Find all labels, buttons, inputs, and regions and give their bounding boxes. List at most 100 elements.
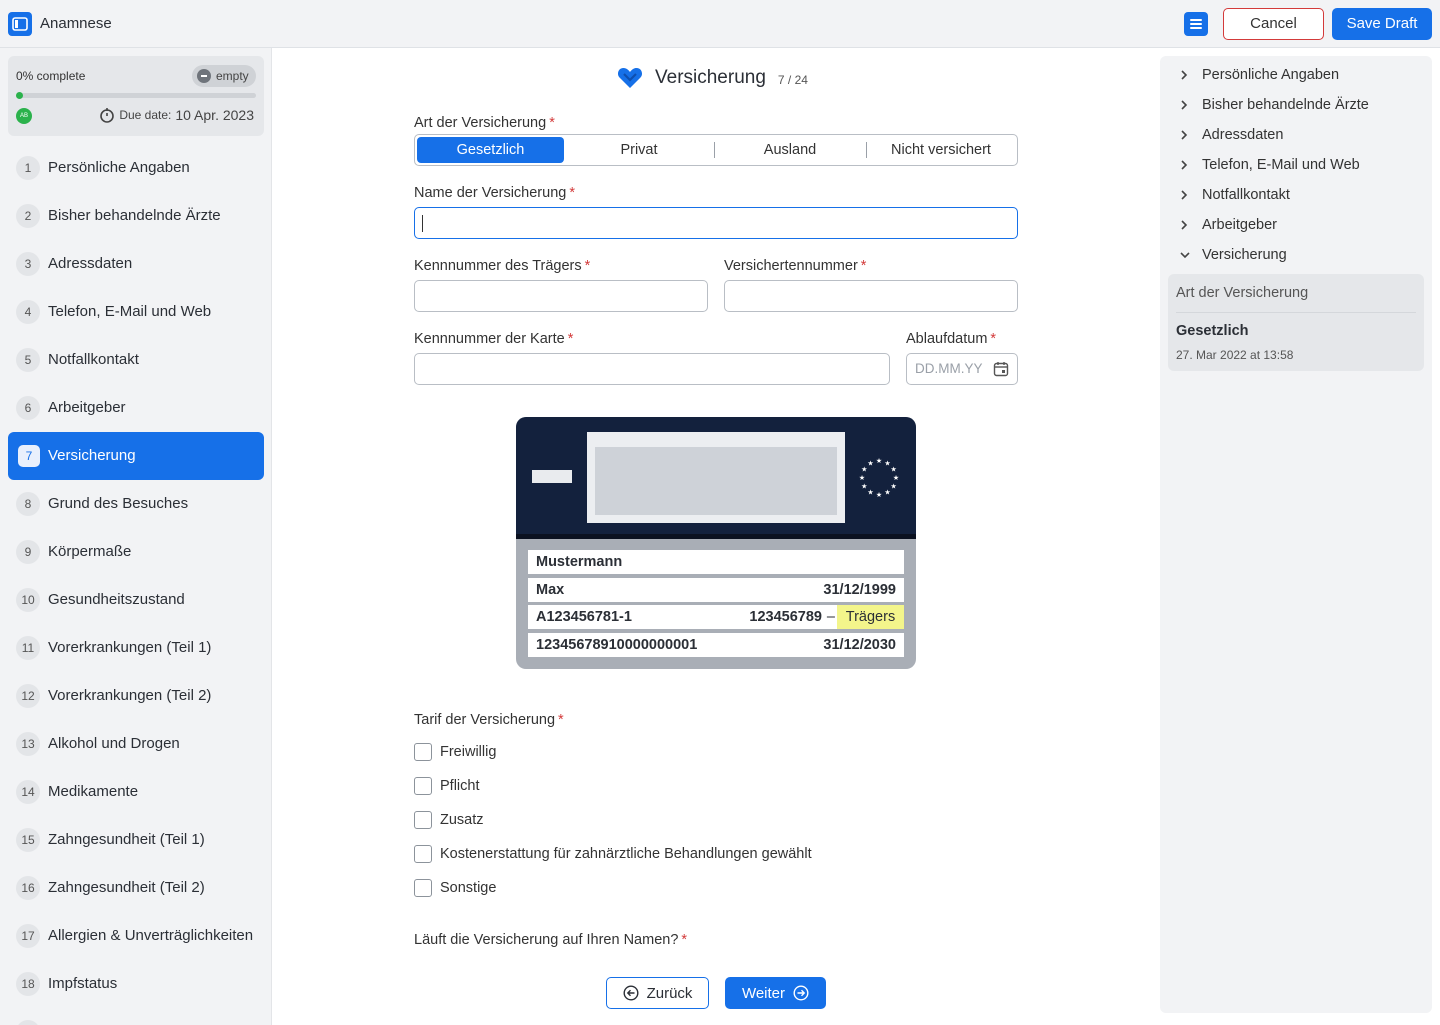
outline-item-versicherung[interactable]: Versicherung: [1180, 247, 1287, 263]
sidebar-item-number: 11: [16, 636, 40, 660]
checkbox-box[interactable]: [414, 777, 432, 795]
required-mark: *: [990, 331, 997, 347]
card-number-input[interactable]: [414, 353, 890, 385]
sidebar-item-label: Vorerkrankungen (Teil 2): [48, 687, 212, 704]
checkbox-zusatz[interactable]: Zusatz: [414, 811, 484, 829]
sidebar: 0% complete empty AB Due date: 10 Apr. 2…: [0, 48, 272, 1025]
outline-item-arbeitgeber[interactable]: Arbeitgeber: [1180, 217, 1277, 233]
sidebar-item-vorerkrankungen-1[interactable]: 11 Vorerkrankungen (Teil 1): [8, 624, 264, 672]
answer-detail-card[interactable]: Art der Versicherung Gesetzlich 27. Mar …: [1168, 274, 1424, 371]
heart-icon: [617, 68, 643, 88]
sidebar-item-arbeitgeber[interactable]: 6 Arbeitgeber: [8, 384, 264, 432]
sidebar-item-number: 9: [16, 540, 40, 564]
due-date-value: 10 Apr. 2023: [175, 107, 254, 123]
arrow-right-circle-icon: [793, 985, 809, 1001]
field-label-text: Kennnummer der Karte: [414, 331, 565, 347]
outline-item-label: Arbeitgeber: [1202, 217, 1277, 233]
sidebar-item-label: Zahngesundheit (Teil 2): [48, 879, 205, 896]
outline-item-label: Notfallkontakt: [1202, 187, 1290, 203]
sidebar-item-gesundheitszustand[interactable]: 10 Gesundheitszustand: [8, 576, 264, 624]
sidebar-item-adressdaten[interactable]: 3 Adressdaten: [8, 240, 264, 288]
outline-item-persoenliche-angaben[interactable]: Persönliche Angaben: [1180, 67, 1339, 83]
sidebar-item-allergien[interactable]: 17 Allergien & Unverträglichkeiten: [8, 912, 264, 960]
page-title: Versicherung: [655, 67, 766, 88]
sidebar-item-label: Zahngesundheit (Teil 1): [48, 831, 205, 848]
segment-ausland[interactable]: Ausland: [715, 137, 865, 163]
sidebar-item-alkohol-und-drogen[interactable]: 13 Alkohol und Drogen: [8, 720, 264, 768]
svg-text:★: ★: [891, 483, 897, 491]
insurance-card-illustration: ★ ★ ★ ★ ★ ★ ★ ★ ★ ★ ★ ★ Mustermann Max 31/12/1999…: [516, 417, 916, 669]
sidebar-item-next[interactable]: [8, 1008, 264, 1025]
sidebar-toggle-icon[interactable]: [8, 12, 32, 36]
sidebar-item-impfstatus[interactable]: 18 Impfstatus: [8, 960, 264, 1008]
sidebar-item-vorerkrankungen-2[interactable]: 12 Vorerkrankungen (Teil 2): [8, 672, 264, 720]
cancel-button[interactable]: Cancel: [1223, 8, 1324, 40]
sidebar-item-zahngesundheit-2[interactable]: 16 Zahngesundheit (Teil 2): [8, 864, 264, 912]
checkbox-box[interactable]: [414, 743, 432, 761]
outline-item-adressdaten[interactable]: Adressdaten: [1180, 127, 1283, 143]
carrier-number-input[interactable]: [414, 280, 708, 312]
next-button[interactable]: Weiter: [725, 977, 826, 1009]
outline-item-bisher-behandelnde-aerzte[interactable]: Bisher behandelnde Ärzte: [1180, 97, 1369, 113]
svg-text:★: ★: [884, 489, 890, 497]
sidebar-item-label: Impfstatus: [48, 975, 118, 992]
segment-nicht-versichert[interactable]: Nicht versichert: [867, 137, 1015, 163]
sidebar-item-label: Persönliche Angaben: [48, 159, 190, 176]
card-row-numbers: A123456781-1 123456789– Trägers: [528, 605, 904, 629]
segment-privat[interactable]: Privat: [565, 137, 713, 163]
checkbox-box[interactable]: [414, 879, 432, 897]
outline-item-notfallkontakt[interactable]: Notfallkontakt: [1180, 187, 1290, 203]
sidebar-item-persoenliche-angaben[interactable]: 1 Persönliche Angaben: [8, 144, 264, 192]
sidebar-item-label: Arbeitgeber: [48, 399, 126, 416]
svg-text:★: ★: [876, 491, 882, 499]
progress-card: 0% complete empty AB Due date: 10 Apr. 2…: [8, 56, 264, 136]
sidebar-item-versicherung[interactable]: 7 Versicherung: [8, 432, 264, 480]
sidebar-item-label: Telefon, E-Mail und Web: [48, 303, 212, 320]
sidebar-item-zahngesundheit-1[interactable]: 15 Zahngesundheit (Teil 1): [8, 816, 264, 864]
sidebar-item-number: 2: [16, 204, 40, 228]
save-draft-button[interactable]: Save Draft: [1332, 8, 1432, 40]
next-button-label: Weiter: [741, 984, 786, 1002]
checkbox-pflicht[interactable]: Pflicht: [414, 777, 480, 795]
sidebar-item-notfallkontakt[interactable]: 5 Notfallkontakt: [8, 336, 264, 384]
sidebar-item-number: 8: [16, 492, 40, 516]
versichertennummer-label: Versichertennummer *: [724, 258, 866, 274]
card-birthdate: 31/12/1999: [823, 582, 896, 598]
sidebar-item-number: 12: [16, 684, 40, 708]
sidebar-item-telefon-email-web[interactable]: 4 Telefon, E-Mail und Web: [8, 288, 264, 336]
required-mark: *: [681, 932, 688, 948]
back-button[interactable]: Zurück: [606, 977, 709, 1009]
sidebar-item-koerpermasse[interactable]: 9 Körpermaße: [8, 528, 264, 576]
traeger-label: Kennnummer des Trägers *: [414, 258, 590, 274]
sidebar-item-number: 15: [16, 828, 40, 852]
insurance-name-input[interactable]: [414, 207, 1018, 239]
checkbox-kostenerstattung[interactable]: Kostenerstattung für zahnärztliche Behan…: [414, 845, 812, 863]
calendar-icon[interactable]: [993, 361, 1009, 377]
status-empty-icon: [197, 69, 211, 83]
checkbox-freiwillig[interactable]: Freiwillig: [414, 743, 496, 761]
outline-item-telefon-email-web[interactable]: Telefon, E-Mail und Web: [1180, 157, 1360, 173]
expiry-date-placeholder: DD.MM.YY: [915, 361, 983, 376]
sidebar-item-label: Adressdaten: [48, 255, 133, 272]
tarif-label: Tarif der Versicherung *: [414, 712, 564, 728]
checkbox-box[interactable]: [414, 811, 432, 829]
sidebar-item-number: 10: [16, 588, 40, 612]
own-name-question: Läuft die Versicherung auf Ihren Namen? *: [414, 932, 687, 948]
checkbox-sonstige[interactable]: Sonstige: [414, 879, 496, 897]
answer-question: Art der Versicherung: [1176, 285, 1309, 301]
sidebar-item-number: 18: [16, 972, 40, 996]
answer-value: Gesetzlich: [1176, 323, 1249, 339]
card-strip: [516, 534, 916, 539]
sidebar-item-label: Notfallkontakt: [48, 351, 139, 368]
menu-icon[interactable]: [1184, 12, 1208, 36]
field-label-text: Art der Versicherung: [414, 115, 547, 131]
segment-gesetzlich[interactable]: Gesetzlich: [417, 137, 564, 163]
required-mark: *: [569, 185, 575, 201]
field-label-text: Name der Versicherung: [414, 185, 567, 201]
checkbox-box[interactable]: [414, 845, 432, 863]
insured-number-input[interactable]: [724, 280, 1018, 312]
expiry-date-input[interactable]: DD.MM.YY: [906, 353, 1018, 385]
sidebar-item-grund-des-besuches[interactable]: 8 Grund des Besuches: [8, 480, 264, 528]
sidebar-item-bisher-behandelnde-aerzte[interactable]: 2 Bisher behandelnde Ärzte: [8, 192, 264, 240]
sidebar-item-medikamente[interactable]: 14 Medikamente: [8, 768, 264, 816]
